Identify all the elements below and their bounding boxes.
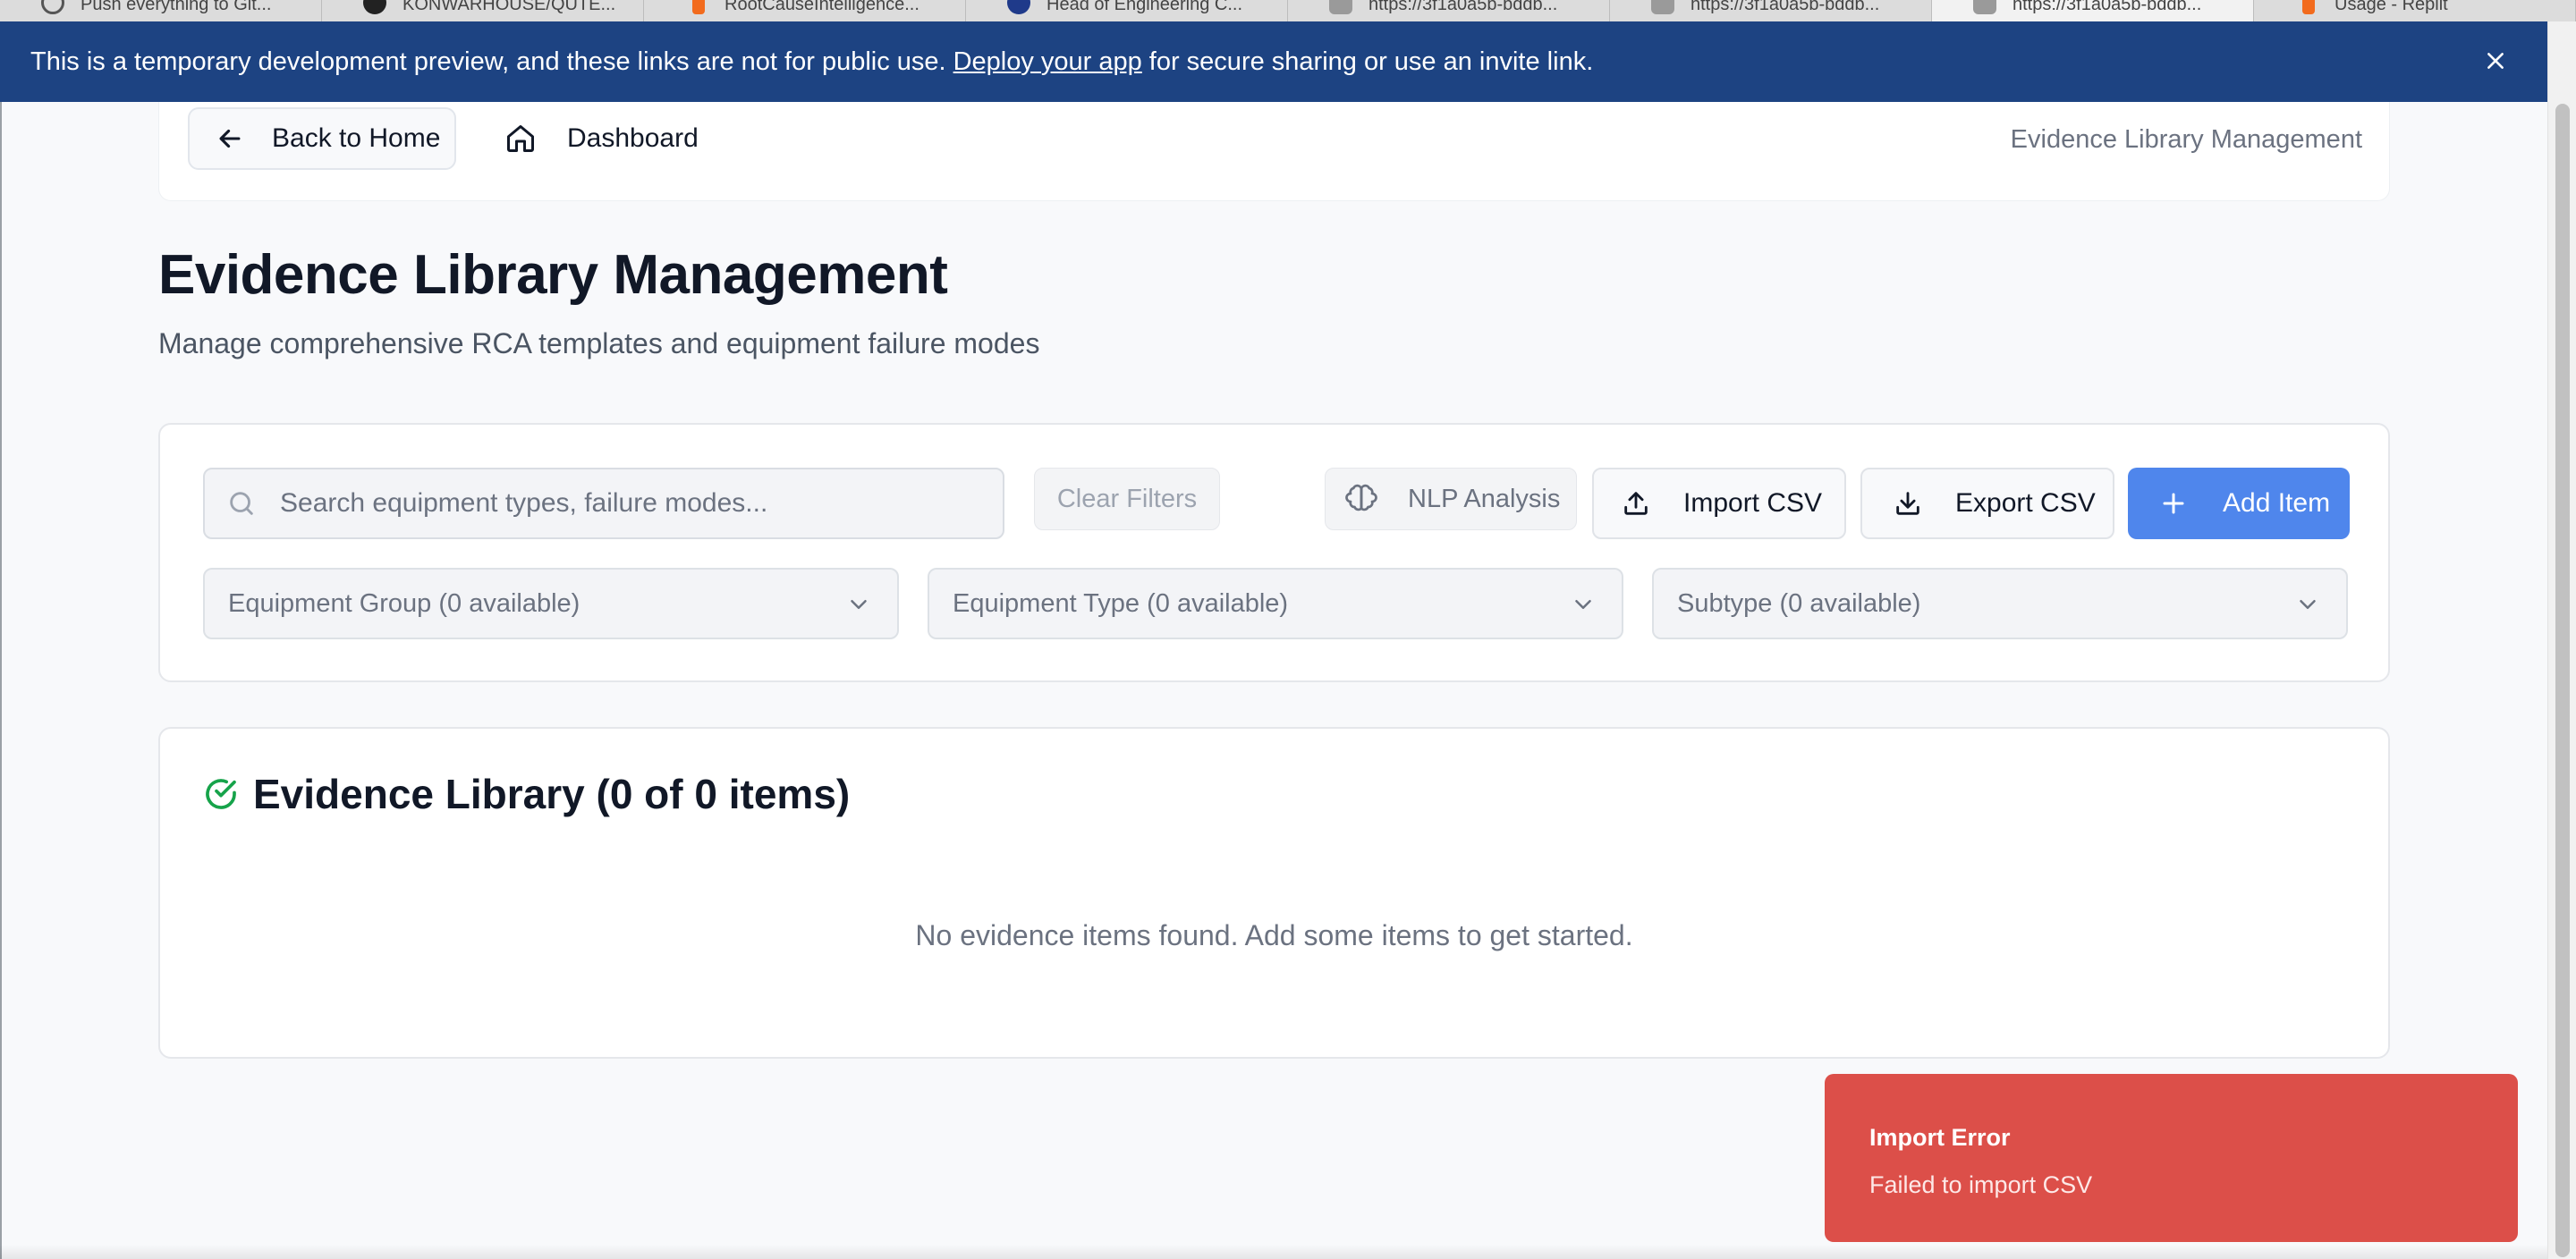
browser-tab[interactable]: RootCauseIntelligence...	[644, 0, 966, 21]
browser-tab-label: Push everything to Git...	[80, 0, 272, 14]
toast-title: Import Error	[1869, 1124, 2011, 1151]
breadcrumb-current: Evidence Library Management	[2010, 125, 2362, 154]
page-title: Evidence Library Management	[158, 244, 948, 306]
chevron-down-icon	[2300, 600, 2316, 609]
github-icon	[363, 0, 386, 14]
export-csv-button[interactable]: Export CSV	[1860, 468, 2114, 539]
org-logo-icon	[1007, 0, 1030, 14]
browser-tab-label: Usage - Replit	[2334, 0, 2448, 14]
banner-text-after: for secure sharing or use an invite link…	[1148, 46, 1594, 76]
browser-tab[interactable]: https://3f1a0a5b-bddb...	[1610, 0, 1932, 21]
download-icon	[1896, 492, 1919, 515]
add-item-button[interactable]: Add Item	[2128, 468, 2350, 539]
browser-tab[interactable]: Head of Engineering C...	[966, 0, 1288, 21]
clear-filters-button[interactable]: Clear Filters	[1034, 468, 1220, 530]
browser-tab[interactable]: Usage - Replit	[2254, 0, 2576, 21]
import-csv-button[interactable]: Import CSV	[1592, 468, 1846, 539]
nlp-analysis-button[interactable]: NLP Analysis	[1325, 468, 1577, 530]
library-title: Evidence Library (0 of 0 items)	[253, 771, 851, 817]
arrow-left-icon	[219, 129, 241, 148]
browser-tab-active[interactable]: https://3f1a0a5b-bddb...	[1932, 0, 2254, 21]
replit-r-icon	[1651, 0, 1674, 14]
browser-tab[interactable]: KONWARHOUSE/QUTE...	[322, 0, 644, 21]
spinner-icon	[41, 0, 64, 14]
chevron-down-icon	[1575, 600, 1591, 609]
equipment-group-select[interactable]: Equipment Group (0 available)	[203, 568, 899, 639]
search-icon	[230, 492, 253, 515]
browser-tab-label: KONWARHOUSE/QUTE...	[402, 0, 616, 14]
filter-toolbar-card: Clear Filters NLP Analysis Import CSV Ex…	[158, 423, 2390, 682]
check-circle-icon	[206, 779, 236, 809]
import-error-toast[interactable]: Import Error Failed to import CSV	[1825, 1074, 2518, 1242]
browser-tab[interactable]: Push everything to Git...	[0, 0, 322, 21]
export-csv-label: Export CSV	[1955, 488, 2096, 518]
import-csv-label: Import CSV	[1683, 488, 1823, 518]
subtype-select[interactable]: Subtype (0 available)	[1652, 568, 2348, 639]
empty-state-message: No evidence items found. Add some items …	[915, 919, 1633, 951]
chevron-down-icon	[851, 600, 867, 609]
bottom-shadow	[0, 1245, 2547, 1259]
replit-r-icon	[1329, 0, 1352, 14]
subtype-value: Subtype (0 available)	[1677, 588, 1921, 618]
brain-icon	[1345, 484, 1377, 511]
browser-tab-strip: Push everything to Git... KONWARHOUSE/QU…	[0, 0, 2576, 22]
dashboard-label: Dashboard	[567, 123, 699, 153]
browser-tab-label: Head of Engineering C...	[1046, 0, 1243, 14]
add-item-label: Add Item	[2223, 488, 2331, 518]
dashboard-link[interactable]: Dashboard	[504, 107, 699, 170]
equipment-type-select[interactable]: Equipment Type (0 available)	[928, 568, 1623, 639]
dev-preview-banner: This is a temporary development preview,…	[0, 21, 2547, 102]
search-box[interactable]	[203, 468, 1004, 539]
evidence-library-card: Evidence Library (0 of 0 items) No evide…	[158, 727, 2390, 1059]
browser-tab-label: https://3f1a0a5b-bddb...	[1690, 0, 1880, 14]
replit-r-icon	[1973, 0, 1996, 14]
home-icon	[507, 125, 534, 152]
close-icon[interactable]	[2479, 45, 2512, 77]
upload-icon	[1624, 492, 1648, 515]
deploy-link[interactable]: Deploy your app	[953, 47, 1142, 77]
back-to-home-label: Back to Home	[272, 123, 441, 153]
top-nav: Back to Home Dashboard Evidence Library …	[158, 102, 2390, 201]
window-edge	[0, 102, 2, 1259]
browser-tab[interactable]: https://3f1a0a5b-bddb...	[1288, 0, 1610, 21]
back-to-home-button[interactable]: Back to Home	[188, 107, 456, 170]
toast-description: Failed to import CSV	[1869, 1171, 2093, 1198]
search-input[interactable]	[278, 487, 962, 520]
nlp-analysis-label: NLP Analysis	[1408, 484, 1561, 513]
browser-tab-label: https://3f1a0a5b-bddb...	[2012, 0, 2202, 14]
browser-tab-label: RootCauseIntelligence...	[724, 0, 919, 14]
browser-tab-label: https://3f1a0a5b-bddb...	[1368, 0, 1558, 14]
equipment-type-value: Equipment Type (0 available)	[953, 588, 1289, 618]
replit-icon	[692, 0, 705, 14]
page-subtitle: Manage comprehensive RCA templates and e…	[158, 327, 1040, 359]
plus-icon	[2163, 493, 2184, 514]
replit-icon	[2302, 0, 2315, 14]
library-header: Evidence Library (0 of 0 items)	[203, 770, 850, 818]
page-scrollbar[interactable]	[2547, 21, 2576, 1259]
scrollbar-thumb[interactable]	[2555, 104, 2570, 1257]
banner-text: This is a temporary development preview,…	[30, 46, 946, 76]
equipment-group-value: Equipment Group (0 available)	[228, 588, 580, 618]
